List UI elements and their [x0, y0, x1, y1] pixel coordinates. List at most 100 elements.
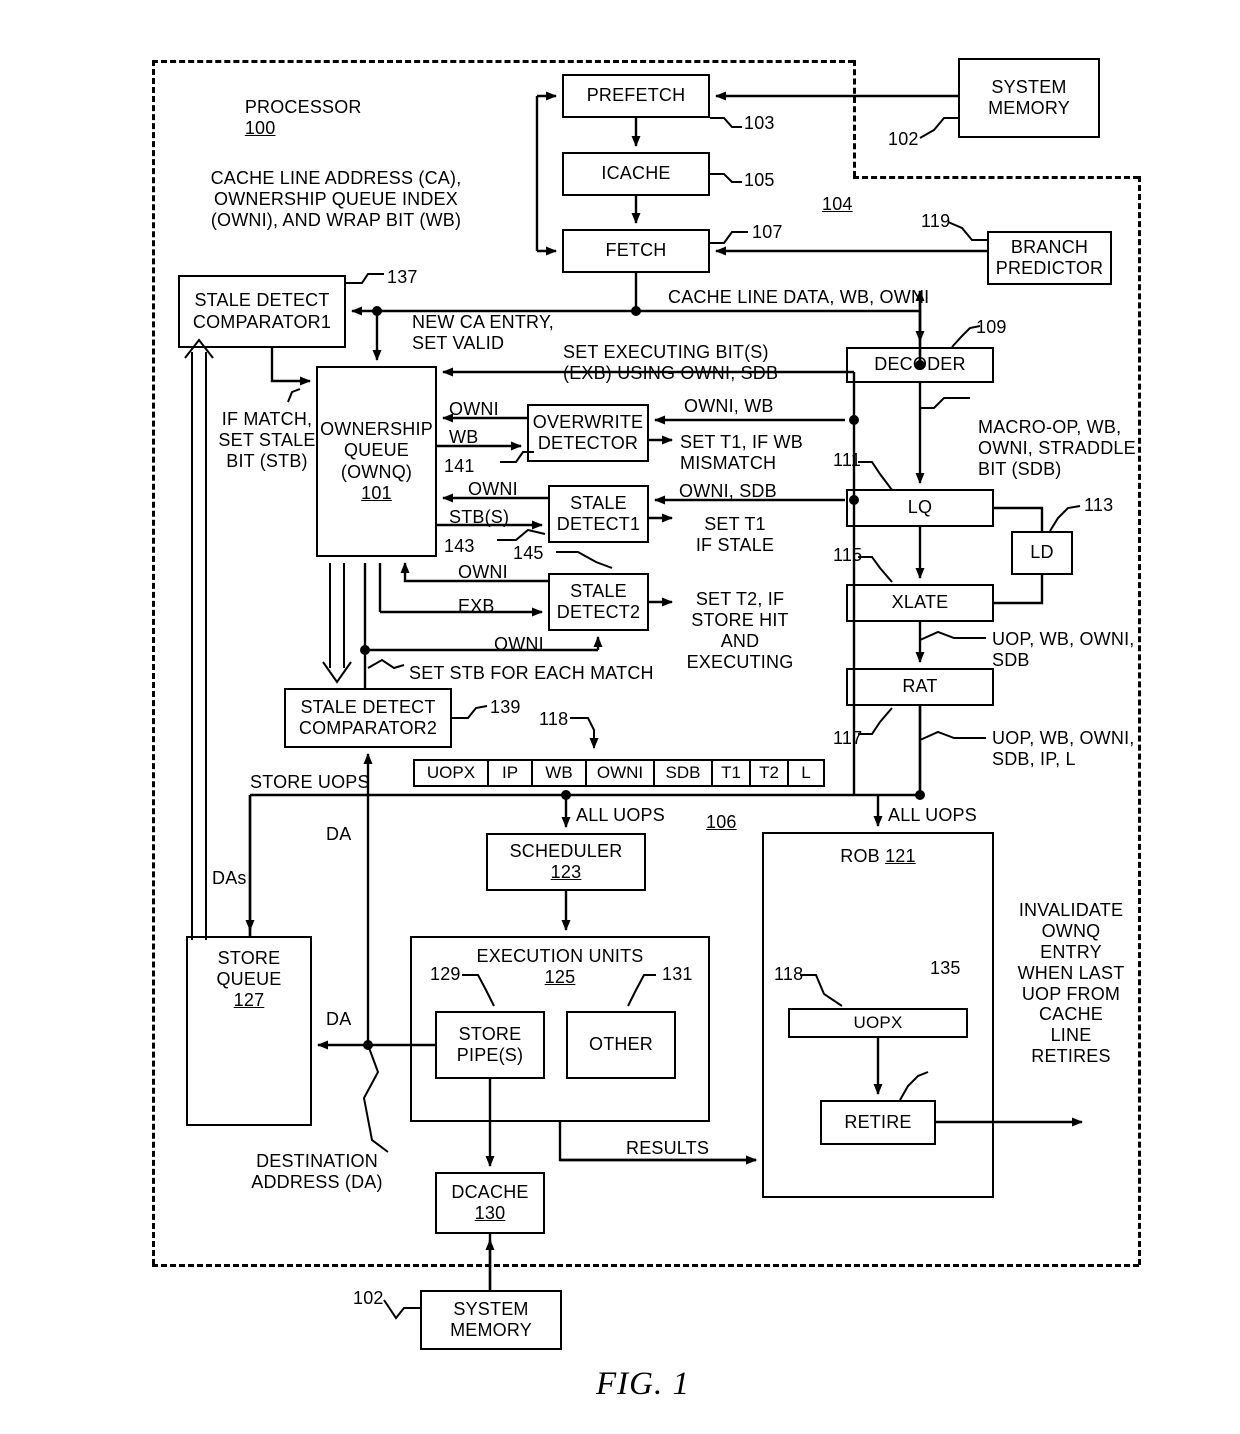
lq-block[interactable]: LQ — [846, 489, 994, 527]
scheduler-block[interactable]: SCHEDULER 123 — [486, 833, 646, 891]
processor-title-text: PROCESSOR — [244, 96, 362, 117]
uopx-field-3: OWNI — [587, 761, 655, 785]
patent-figure-1: PROCESSOR 100 PREFETCH 103 ICACHE 105 FE… — [0, 0, 1240, 1434]
annotation-da-bottom: DA — [326, 1009, 352, 1029]
other-execution-unit-block[interactable]: OTHER — [566, 1011, 676, 1079]
ownq-line3: (OWNQ) — [340, 461, 413, 482]
sdc1-line1: STALE DETECT — [194, 290, 330, 311]
uopx-field-4: SDB — [655, 761, 713, 785]
annotation-owni-sdb: OWNI, SDB — [679, 481, 777, 501]
store-pipes-block[interactable]: STORE PIPE(S) — [435, 1011, 545, 1079]
uopx-field-1: IP — [489, 761, 533, 785]
annotation-all-uops-right: ALL UOPS — [888, 805, 977, 825]
system-memory-bottom-line1: SYSTEM — [453, 1298, 529, 1319]
branch-predictor-block[interactable]: BRANCH PREDICTOR — [987, 231, 1112, 285]
processor-ref: 100 — [244, 117, 276, 138]
ref-102-bottom: 102 — [353, 1288, 384, 1308]
xlate-block[interactable]: XLATE — [846, 584, 994, 622]
fetch-label: FETCH — [605, 240, 667, 261]
dcache-block[interactable]: DCACHE 130 — [435, 1172, 545, 1234]
other-label: OTHER — [589, 1034, 653, 1055]
stale-detect1-block[interactable]: STALE DETECT1 — [548, 485, 649, 543]
processor-boundary-top-right — [853, 176, 1139, 179]
dcache-ref: 130 — [474, 1203, 506, 1223]
stale-detect-comparator1-block[interactable]: STALE DETECT COMPARATOR1 — [178, 275, 346, 348]
uopx-in-rob-block: UOPX — [788, 1008, 968, 1038]
annotation-if-match-set-stale: IF MATCH, SET STALE BIT (STB) — [218, 409, 316, 471]
rat-block[interactable]: RAT — [846, 668, 994, 706]
processor-boundary-bottom — [152, 1264, 1139, 1267]
scheduler-ref: 123 — [550, 862, 582, 882]
ref-105: 105 — [744, 170, 775, 190]
rob-header: ROB 121 — [840, 846, 915, 867]
connector-overlay — [184, 91, 1083, 1320]
ref-145: 145 — [513, 543, 544, 563]
lq-label: LQ — [907, 497, 933, 518]
ref-103: 103 — [744, 113, 775, 133]
uopx-field-6: T2 — [751, 761, 789, 785]
ref-118-rob: 118 — [774, 964, 804, 984]
icache-label: ICACHE — [601, 163, 671, 184]
uopx-field-7: L — [801, 763, 811, 782]
ownq-ref: 101 — [361, 482, 392, 503]
ref-141: 141 — [444, 456, 475, 476]
stale-detect1-line1: STALE — [570, 492, 627, 513]
rob-ref: 121 — [885, 846, 916, 866]
ref-104-front-end: 104 — [822, 194, 853, 214]
stale-detect2-line1: STALE — [570, 580, 627, 601]
annotation-owni-wb: OWNI, WB — [684, 396, 774, 416]
retire-label: RETIRE — [844, 1111, 912, 1132]
processor-boundary-left — [152, 60, 155, 1265]
dcache-label: DCACHE — [451, 1181, 529, 1202]
annotation-cache-line-data: CACHE LINE DATA, WB, OWNI — [668, 287, 930, 307]
annotation-results: RESULTS — [626, 1138, 710, 1158]
overwrite-detector-line1: OVERWRITE — [532, 411, 644, 432]
annotation-uop-wb-owni-sdb: UOP, WB, OWNI, SDB — [992, 629, 1135, 670]
store-queue-block[interactable]: STORE QUEUE 127 — [186, 936, 312, 1126]
scheduler-label: SCHEDULER — [509, 840, 623, 861]
ref-106-back-end: 106 — [706, 812, 737, 832]
processor-boundary-top-left — [152, 60, 854, 63]
sdc2-line1: STALE DETECT — [300, 696, 436, 717]
ref-111: 111 — [833, 450, 861, 470]
system-memory-top-block[interactable]: SYSTEM MEMORY — [958, 58, 1100, 138]
store-queue-ref: 127 — [233, 990, 265, 1011]
fetch-block[interactable]: FETCH — [562, 229, 710, 273]
ref-139: 139 — [490, 697, 521, 717]
xlate-label: XLATE — [891, 592, 949, 613]
annotation-das: DAs — [212, 868, 247, 888]
ref-143: 143 — [444, 536, 475, 556]
ld-block[interactable]: LD — [1011, 531, 1073, 575]
decoder-label: DECODER — [874, 354, 966, 375]
system-memory-bottom-block[interactable]: SYSTEM MEMORY — [420, 1290, 562, 1350]
annotation-exb: EXB — [458, 596, 495, 616]
figure-caption: FIG. 1 — [596, 1366, 690, 1402]
ref-129: 129 — [430, 964, 461, 984]
ref-102-top: 102 — [888, 129, 919, 149]
annotation-set-stb-each-match: SET STB FOR EACH MATCH — [409, 663, 654, 683]
processor-title: PROCESSOR 100 — [224, 76, 362, 160]
stale-detect2-line2: DETECT2 — [556, 602, 641, 622]
prefetch-label: PREFETCH — [586, 85, 686, 106]
annotation-macro-op: MACRO-OP, WB, OWNI, STRADDLE BIT (SDB) — [978, 417, 1136, 479]
annotation-cache-line-address: CACHE LINE ADDRESS (CA), OWNERSHIP QUEUE … — [210, 168, 462, 230]
ownership-queue-block[interactable]: OWNERSHIP QUEUE (OWNQ) 101 — [316, 366, 437, 557]
retire-block[interactable]: RETIRE — [820, 1100, 936, 1145]
ref-135: 135 — [930, 958, 961, 978]
annotation-da-top: DA — [326, 824, 352, 844]
stale-detect2-block[interactable]: STALE DETECT2 — [548, 573, 649, 631]
annotation-invalidate-ownq: INVALIDATE OWNQ ENTRY WHEN LAST UOP FROM CACH… — [1017, 900, 1125, 1067]
prefetch-block[interactable]: PREFETCH — [562, 74, 710, 118]
icache-block[interactable]: ICACHE — [562, 152, 710, 196]
uopx-field-2: WB — [533, 761, 587, 785]
ref-115: 115 — [833, 545, 863, 565]
stale-detect-comparator2-block[interactable]: STALE DETECT COMPARATOR2 — [284, 688, 452, 748]
decoder-block[interactable]: DECODER — [846, 347, 994, 383]
system-memory-top-line2: MEMORY — [988, 98, 1070, 118]
overwrite-detector-block[interactable]: OVERWRITE DETECTOR — [527, 404, 649, 462]
ld-label: LD — [1030, 542, 1054, 563]
branch-predictor-line2: PREDICTOR — [995, 258, 1104, 278]
annotation-set-executing-bits: SET EXECUTING BIT(S) (EXB) USING OWNI, SD… — [563, 342, 779, 383]
annotation-set-t2-store-hit: SET T2, IF STORE HIT AND EXECUTING — [686, 589, 794, 672]
processor-boundary-upper-right — [853, 60, 856, 177]
